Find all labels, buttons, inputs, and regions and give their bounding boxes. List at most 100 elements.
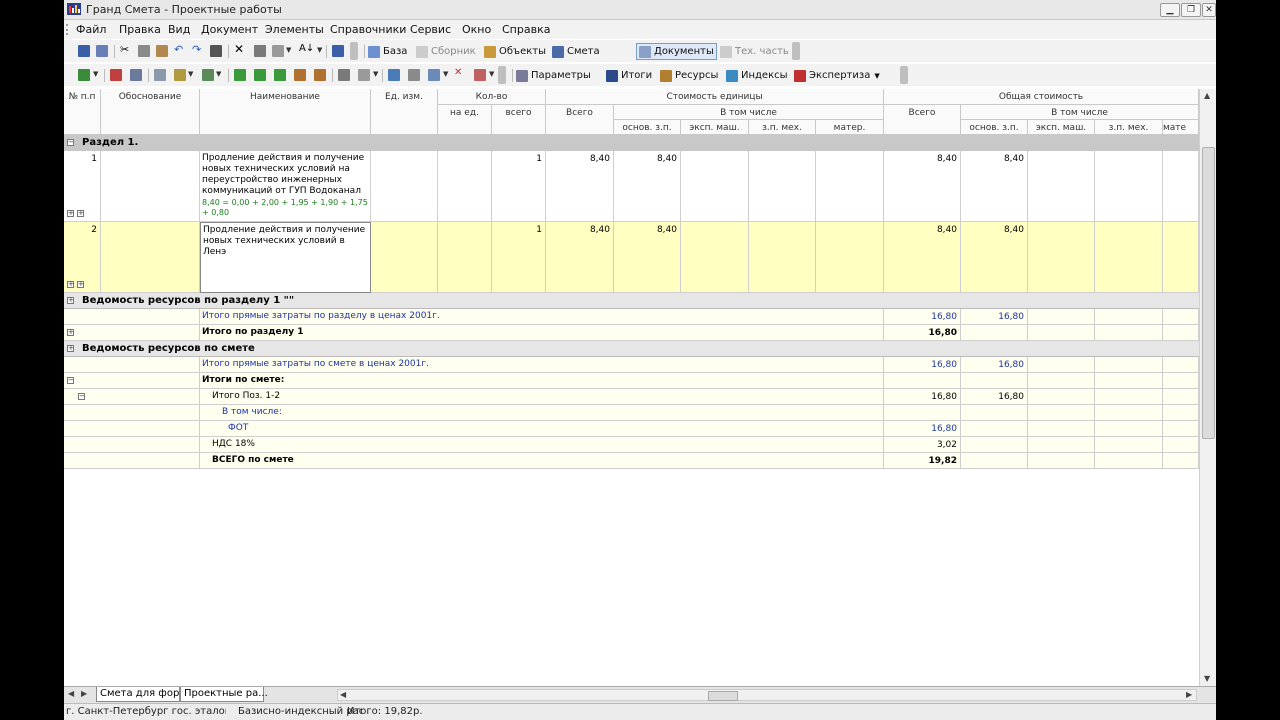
col-unit-mater[interactable]: матер. <box>816 120 884 135</box>
horizontal-scrollbar[interactable]: ◀ ▶ <box>337 689 1197 701</box>
summary-row[interactable]: В том числе: <box>64 405 1199 421</box>
col-unit-eksp[interactable]: эксп. маш. <box>681 120 749 135</box>
cut-icon[interactable]: ✂ <box>120 43 132 56</box>
scroll-down-icon[interactable]: ▼ <box>1204 674 1210 683</box>
col-stoim-ed[interactable]: Стоимость единицы <box>546 89 884 105</box>
sort-icon[interactable]: A↓ <box>299 43 314 55</box>
summary-row[interactable]: НДС 18% 3,02 <box>64 437 1199 453</box>
tab-first-icon[interactable]: ◀ <box>68 689 74 698</box>
col-kolvo[interactable]: Кол-во <box>438 89 546 105</box>
col-total-osn[interactable]: основ. з.п. <box>961 120 1028 135</box>
position-name[interactable]: Продление действия и получение новых тех… <box>202 153 368 197</box>
undo-icon[interactable]: ↶ <box>174 43 186 56</box>
grid-table-icon[interactable] <box>408 69 420 81</box>
table-row[interactable]: 1 + + Продление действия и получение нов… <box>64 151 1199 222</box>
add-position-icon[interactable] <box>234 69 246 81</box>
resource-section-row[interactable]: + Ведомость ресурсов по разделу 1 "" <box>64 293 1199 309</box>
move-up-icon[interactable] <box>294 69 306 81</box>
position-name-editor[interactable]: Продление действия и получение новых тех… <box>203 225 369 258</box>
collapse-icon[interactable]: − <box>78 393 85 400</box>
menu-references[interactable]: Справочники <box>330 23 406 36</box>
summary-row[interactable]: Итого прямые затраты по смете в ценах 20… <box>64 357 1199 373</box>
col-unit-vsego[interactable]: Всего <box>546 105 614 135</box>
menu-service[interactable]: Сервис <box>410 23 451 36</box>
menu-help[interactable]: Справка <box>502 23 550 36</box>
scroll-right-icon[interactable]: ▶ <box>1186 690 1192 699</box>
table-row-selected[interactable]: 2 + + Продление действия и получение нов… <box>64 222 1199 293</box>
minimize-button[interactable]: ▁ <box>1160 3 1180 17</box>
expand-icon[interactable]: + <box>67 281 74 288</box>
summary-row[interactable]: ВСЕГО по смете 19,82 <box>64 453 1199 469</box>
insert-icon[interactable] <box>254 45 266 57</box>
baza-button[interactable]: База <box>368 44 407 59</box>
coefficient-icon[interactable] <box>202 69 214 81</box>
redo-icon[interactable]: ↷ <box>192 43 204 56</box>
tehchast-button[interactable]: Тех. часть <box>720 44 789 59</box>
expand-icon[interactable]: + <box>77 281 84 288</box>
column-icon[interactable] <box>332 45 344 57</box>
resource-smeta-row[interactable]: + Ведомость ресурсов по смете <box>64 341 1199 357</box>
expand-icon[interactable]: + <box>67 329 74 336</box>
col-ed-izm[interactable]: Ед. изм. <box>371 89 438 135</box>
dokumenty-button[interactable]: Документы <box>636 43 717 60</box>
menu-document[interactable]: Документ <box>201 23 258 36</box>
form-icon[interactable] <box>154 69 166 81</box>
tab-proektnye[interactable]: Проектные ра... <box>180 687 268 702</box>
percent-check-icon[interactable] <box>474 69 486 81</box>
expand-icon[interactable]: + <box>77 210 84 217</box>
col-total-zpmeh[interactable]: з.п. мех. <box>1095 120 1163 135</box>
scroll-left-icon[interactable]: ◀ <box>340 690 346 699</box>
col-total-v-tom[interactable]: В том числе <box>961 105 1199 120</box>
grid-icon[interactable] <box>78 69 90 81</box>
col-naimenovanie[interactable]: Наименование <box>200 89 371 135</box>
scroll-up-icon[interactable]: ▲ <box>1204 91 1210 100</box>
properties-icon[interactable] <box>338 69 350 81</box>
col-num[interactable]: № п.п <box>64 89 101 135</box>
delete-icon[interactable]: ✕ <box>234 42 246 56</box>
smeta-button[interactable]: Смета <box>552 44 600 59</box>
col-obsh-stoim[interactable]: Общая стоимость <box>884 89 1199 105</box>
menu-view[interactable]: Вид <box>168 23 190 36</box>
indeksy-button[interactable]: Индексы <box>726 68 788 83</box>
ekspertiza-button[interactable]: Экспертиза ▼ <box>794 68 880 83</box>
cancel-percent-icon[interactable]: ✕ <box>454 67 466 79</box>
col-vsego-qty[interactable]: всего <box>492 105 546 135</box>
expand-icon[interactable]: + <box>67 297 74 304</box>
resursy-button[interactable]: Ресурсы <box>660 68 718 83</box>
close-button[interactable]: ✕ <box>1202 3 1216 17</box>
summary-row[interactable]: ФОТ 16,80 <box>64 421 1199 437</box>
paste-icon[interactable] <box>156 45 168 57</box>
col-total-eksp[interactable]: эксп. маш. <box>1028 120 1095 135</box>
scroll-thumb[interactable] <box>1202 147 1215 439</box>
save-icon[interactable] <box>78 45 90 57</box>
calculator-icon[interactable] <box>130 69 142 81</box>
itogi-button[interactable]: Итоги <box>606 68 652 83</box>
table-icon[interactable] <box>272 45 284 57</box>
summary-row[interactable]: − Итого Поз. 1-2 16,80 16,80 <box>64 389 1199 405</box>
expand-icon[interactable]: + <box>67 210 74 217</box>
menu-file[interactable]: Файл <box>76 23 106 36</box>
tab-smeta-for[interactable]: Смета для фор... <box>96 687 189 702</box>
move-down-icon[interactable] <box>314 69 326 81</box>
find-icon[interactable] <box>210 45 222 57</box>
section-row[interactable]: − Раздел 1. <box>64 135 1199 151</box>
summary-row[interactable]: − Итоги по смете: <box>64 373 1199 389</box>
menu-elements[interactable]: Элементы <box>265 23 324 36</box>
add-section-icon[interactable] <box>254 69 266 81</box>
expand-icon[interactable]: + <box>67 345 74 352</box>
copy-icon[interactable] <box>138 45 150 57</box>
collapse-icon[interactable]: − <box>67 139 74 146</box>
summary-row[interactable]: + Итого по разделу 1 16,80 <box>64 325 1199 341</box>
vertical-scrollbar[interactable]: ▲ ▼ <box>1199 89 1216 686</box>
menu-window[interactable]: Окно <box>462 23 491 36</box>
collapse-icon[interactable]: − <box>67 377 74 384</box>
chart-icon[interactable] <box>110 69 122 81</box>
filter-icon[interactable] <box>174 69 186 81</box>
sbornik-button[interactable]: Сборник <box>416 44 476 59</box>
col-unit-v-tom[interactable]: В том числе <box>614 105 884 120</box>
index-table-icon[interactable] <box>428 69 440 81</box>
col-obosnovanie[interactable]: Обоснование <box>101 89 200 135</box>
menu-edit[interactable]: Правка <box>119 23 161 36</box>
percent-icon[interactable] <box>388 69 400 81</box>
list-icon[interactable] <box>358 69 370 81</box>
